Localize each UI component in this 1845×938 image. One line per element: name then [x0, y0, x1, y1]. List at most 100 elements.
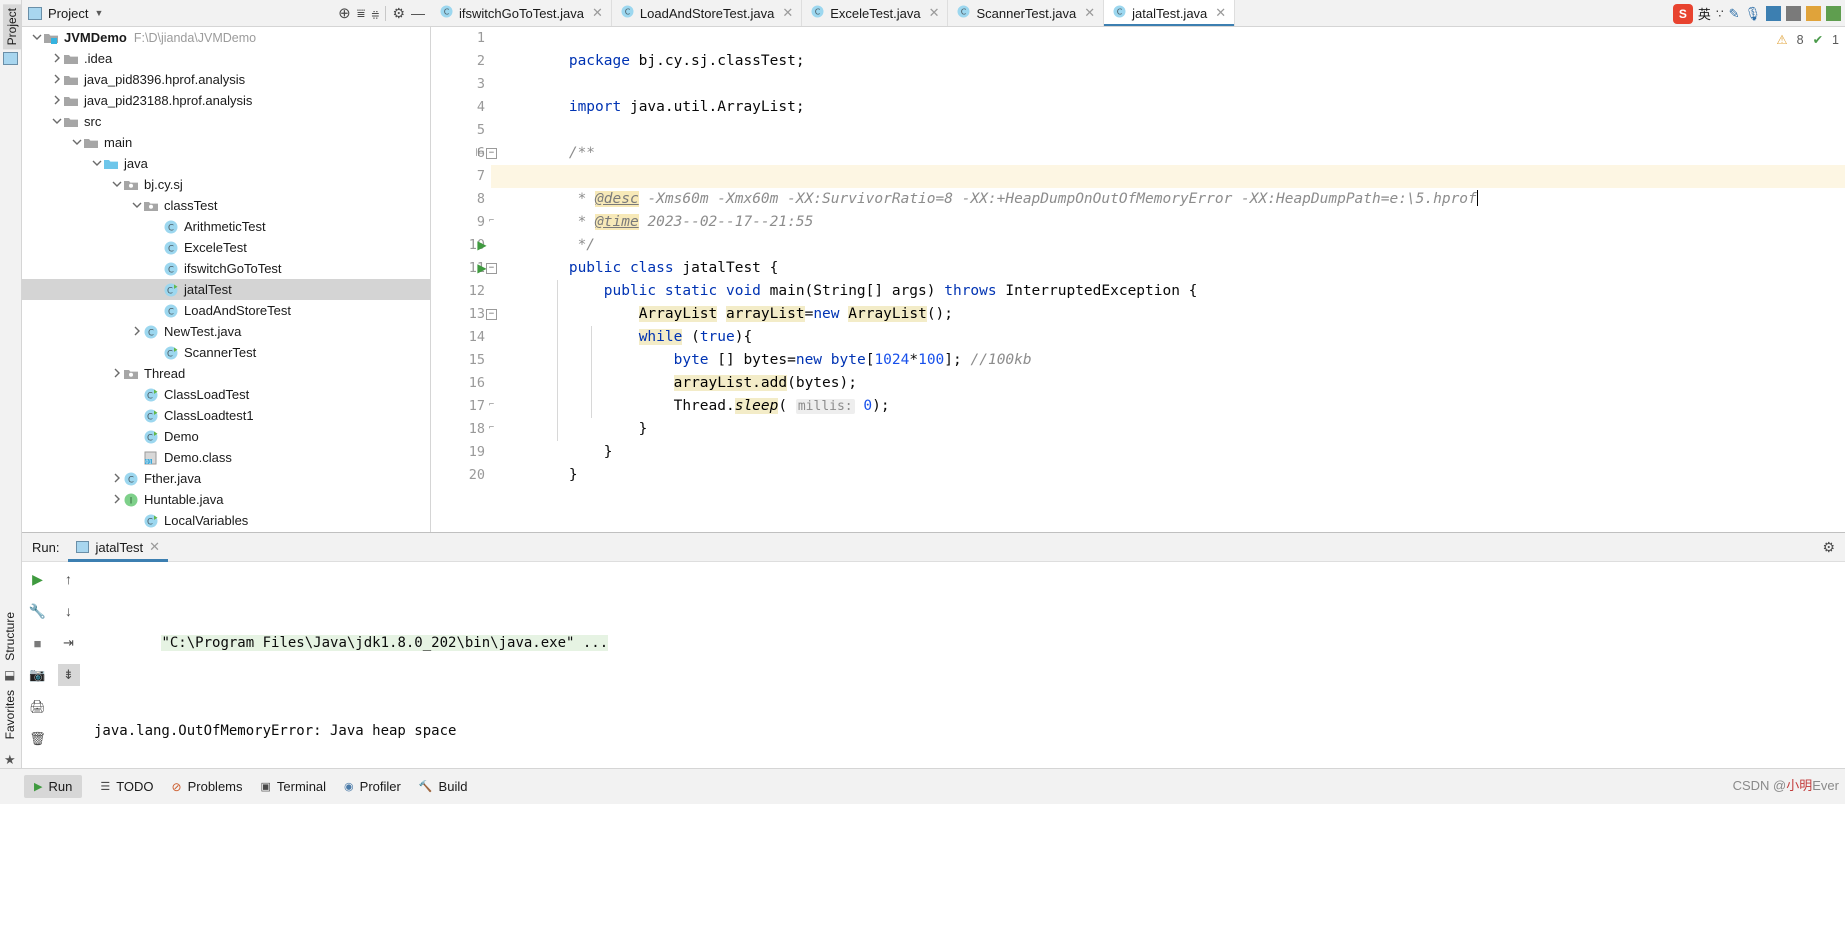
chevron-right-icon[interactable]	[130, 325, 143, 338]
code-line-3[interactable]: import java.util.ArrayList;	[499, 73, 1845, 115]
tree-row[interactable]: CjatalTest	[22, 279, 430, 300]
code-content[interactable]: − ⌐ − − ⌐ ⌐ package bj.cy.sj.classTest; …	[486, 27, 1845, 532]
close-icon[interactable]: ✕	[592, 5, 603, 21]
run-gutter-marker-line10[interactable]: ▶	[475, 234, 489, 257]
chevron-down-icon[interactable]	[90, 157, 103, 170]
sidebar-item-structure[interactable]: Structure	[3, 612, 17, 661]
camera-icon[interactable]: 📷	[27, 664, 49, 686]
code-line-7[interactable]: * @desc -Xms60m -Xmx60m -XX:SurvivorRati…	[491, 165, 1845, 207]
tree-row[interactable]: C ArithmeticTest	[22, 216, 430, 237]
code-line-16[interactable]: Thread.sleep( millis: 0);	[499, 372, 1845, 414]
code-line-5[interactable]: /**	[499, 119, 1845, 161]
close-icon[interactable]: ✕	[1215, 5, 1226, 21]
tree-row[interactable]: .idea	[22, 48, 430, 69]
system-tray[interactable]: S 英 ∵ ✎ 🎙	[1672, 2, 1841, 25]
run-settings-gear-icon[interactable]: ⚙	[1822, 539, 1835, 556]
status-item-build[interactable]: 🔨 Build	[419, 779, 468, 794]
trash-icon[interactable]: 🗑	[27, 728, 49, 750]
soft-wrap-icon[interactable]: ⇥	[58, 632, 80, 654]
code-line-6[interactable]: 💡 @author LXY	[499, 142, 1845, 184]
run-toolbar-right-column[interactable]: ↑ ↓ ⇥ ⇟	[53, 562, 84, 768]
run-icon[interactable]: ▶	[27, 568, 49, 590]
tree-row[interactable]: C ClassLoadTest	[22, 384, 430, 405]
tree-row[interactable]: C LocalVariables	[22, 510, 430, 531]
chevron-right-icon[interactable]	[50, 52, 63, 65]
bottom-status-bar[interactable]: ▶ Run ☰ TODO ⊘ Problems ▣ Terminal ◉ Pro…	[0, 768, 1845, 804]
status-item-todo[interactable]: ☰ TODO	[100, 779, 153, 794]
code-line-4[interactable]	[499, 96, 1845, 119]
stop-icon[interactable]: ■	[27, 632, 49, 654]
mic-icon[interactable]: 🎙	[1744, 6, 1761, 22]
run-tab-jataltest[interactable]: jatalTest ✕	[68, 533, 168, 562]
editor-tab[interactable]: C ScannerTest.java ✕	[948, 0, 1105, 26]
keyboard-icon[interactable]	[1766, 6, 1781, 21]
tree-row[interactable]: bj.cy.sj	[22, 174, 430, 195]
tree-row[interactable]: JVMDemo F:\D\jianda\JVMDemo	[22, 27, 430, 48]
editor-tab[interactable]: C ExceleTest.java ✕	[802, 0, 949, 26]
code-line-10[interactable]: public class jatalTest {	[499, 234, 1845, 276]
code-line-1[interactable]: package bj.cy.sj.classTest;	[499, 27, 1845, 69]
tree-row[interactable]: C ClassLoadtest1	[22, 405, 430, 426]
editor-gutter[interactable]: 1 2 3 4 5 6 7 8 9 10 11 12 13 14 15 16 17 18 19 20 ▶ ▶ ⊫	[431, 27, 491, 532]
chevron-right-icon[interactable]	[110, 367, 123, 380]
code-line-8[interactable]: * @time 2023--02--17--21:55	[499, 188, 1845, 230]
folder-icon[interactable]	[1806, 6, 1821, 21]
tree-row[interactable]: C Demo	[22, 426, 430, 447]
arrow-up-icon[interactable]: ↑	[58, 568, 80, 590]
chevron-right-icon[interactable]	[110, 493, 123, 506]
code-line-19[interactable]: }	[499, 441, 1845, 483]
expand-all-icon[interactable]: ⩸	[357, 5, 366, 22]
tree-row[interactable]: I Huntable.java	[22, 489, 430, 510]
pencil-icon[interactable]: ✎	[1729, 6, 1740, 22]
chevron-down-icon[interactable]	[30, 31, 43, 44]
editor-tab[interactable]: C LoadAndStoreTest.java ✕	[611, 0, 803, 26]
chevron-right-icon[interactable]	[50, 94, 63, 107]
status-item-profiler[interactable]: ◉ Profiler	[344, 779, 401, 794]
status-item-run[interactable]: ▶ Run	[24, 775, 83, 798]
sogou-ime-icon[interactable]: S	[1672, 3, 1693, 24]
wrench-icon[interactable]: 🔧	[27, 600, 49, 622]
screenshot-icon[interactable]	[1786, 6, 1801, 21]
tree-row[interactable]: Thread	[22, 363, 430, 384]
sidebar-item-project[interactable]: Project	[3, 4, 21, 50]
tree-row[interactable]: C Fther.java	[22, 468, 430, 489]
console-output[interactable]: "C:\Program Files\Java\jdk1.8.0_202\bin\…	[94, 566, 1837, 766]
chevron-down-icon[interactable]	[130, 199, 143, 212]
code-line-20[interactable]	[499, 464, 1845, 487]
chevron-right-icon[interactable]	[50, 73, 63, 86]
chevron-right-icon[interactable]	[110, 472, 123, 485]
editor-tab[interactable]: CjatalTest.java ✕	[1104, 0, 1236, 26]
settings-gear-icon[interactable]: ⚙	[392, 5, 405, 22]
chevron-down-icon[interactable]	[70, 136, 83, 149]
editor-tab-bar[interactable]: CifswitchGoToTest.java ✕ C LoadAndStoreTest…	[431, 0, 1845, 27]
console-line-oome[interactable]: java.lang.OutOfMemoryError: Java heap sp…	[94, 720, 1837, 742]
run-toolbar-left-column[interactable]: ▶ 🔧 ■ 📷 🖨 🗑	[22, 562, 53, 768]
fold-marker-line11[interactable]: −	[486, 263, 497, 274]
chevron-down-icon[interactable]	[50, 115, 63, 128]
tree-row[interactable]: CifswitchGoToTest	[22, 258, 430, 279]
chevron-down-icon[interactable]: ▼	[94, 8, 103, 18]
ime-language-label[interactable]: 英	[1698, 4, 1711, 23]
tree-row[interactable]: C LoadAndStoreTest	[22, 300, 430, 321]
locate-icon[interactable]: ⊕	[338, 4, 351, 22]
tree-row[interactable]: C ScannerTest	[22, 342, 430, 363]
project-tree[interactable]: JVMDemo F:\D\jianda\JVMDemo .idea java_pid8…	[22, 27, 431, 532]
fold-marker-line17[interactable]: ⌐	[486, 401, 497, 412]
console-line-command[interactable]: "C:\Program Files\Java\jdk1.8.0_202\bin\…	[94, 610, 1837, 676]
scroll-to-end-icon[interactable]: ⇟	[57, 664, 80, 686]
fold-marker-line13[interactable]: −	[486, 309, 497, 320]
code-line-13[interactable]: while (true){	[499, 303, 1845, 345]
sidebar-item-favorites[interactable]: Favorites	[3, 690, 17, 739]
arrow-down-icon[interactable]: ↓	[58, 600, 80, 622]
tree-row[interactable]: java_pid8396.hprof.analysis	[22, 69, 430, 90]
chevron-down-icon[interactable]	[110, 178, 123, 191]
dot-menu-icon[interactable]: ∵	[1716, 7, 1724, 21]
collapse-all-icon[interactable]: ⩷	[371, 5, 379, 22]
code-line-18[interactable]: }	[499, 418, 1845, 460]
tree-row[interactable]: classTest	[22, 195, 430, 216]
code-line-2[interactable]	[499, 50, 1845, 73]
code-line-9[interactable]: */	[499, 211, 1845, 253]
close-icon[interactable]: ✕	[1084, 5, 1095, 21]
tree-row[interactable]: C NewTest.java	[22, 321, 430, 342]
tree-row[interactable]: src	[22, 111, 430, 132]
